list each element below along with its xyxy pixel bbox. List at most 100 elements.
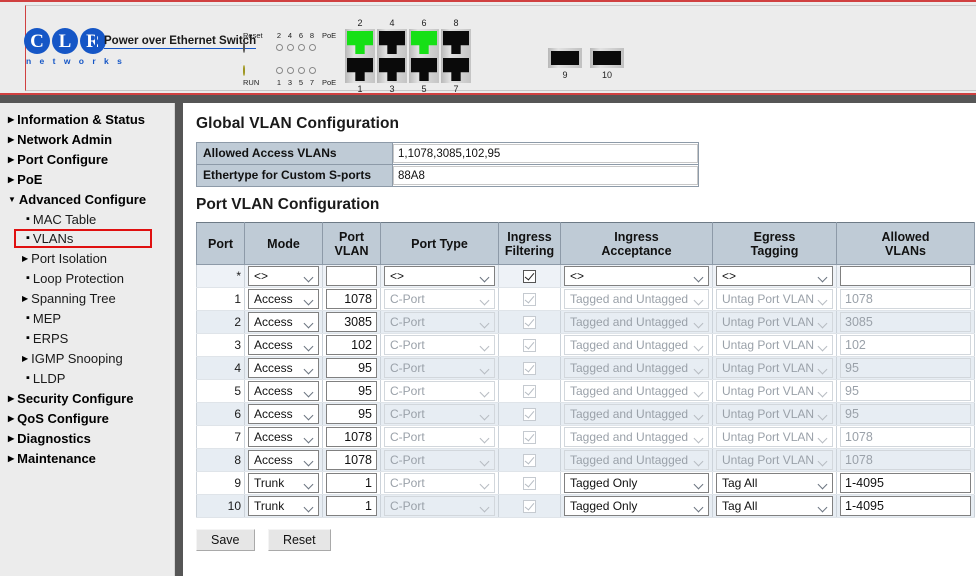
ingress-filtering-checkbox[interactable] <box>523 315 536 329</box>
port-type-select[interactable]: C-Port <box>384 381 495 401</box>
sidebar-item-diagnostics[interactable]: Diagnostics <box>0 428 174 448</box>
ingress-acceptance-select[interactable]: Tagged and Untagged <box>564 450 709 470</box>
ingress-filtering-checkbox[interactable] <box>523 407 536 421</box>
sidebar-item-security-configure[interactable]: Security Configure <box>0 388 174 408</box>
ingress-filtering-checkbox[interactable] <box>523 269 536 283</box>
port-type-select[interactable]: <> <box>384 266 495 286</box>
sidebar-item-mac-table[interactable]: MAC Table <box>0 209 174 229</box>
egress-tagging-select[interactable]: Untag Port VLAN <box>716 450 833 470</box>
sidebar-item-information-status[interactable]: Information & Status <box>0 109 174 129</box>
mode-select[interactable]: Access <box>248 427 319 447</box>
port-vlan-input[interactable] <box>326 289 377 309</box>
egress-tagging-select[interactable]: Untag Port VLAN <box>716 358 833 378</box>
ingress-acceptance-select[interactable]: Tagged and Untagged <box>564 289 709 309</box>
egress-tagging-select[interactable]: <> <box>716 266 833 286</box>
ingress-filtering-checkbox[interactable] <box>523 453 536 467</box>
ethertype-custom-sports-input[interactable] <box>393 166 698 186</box>
egress-tagging-select[interactable]: Untag Port VLAN <box>716 335 833 355</box>
ingress-acceptance-select[interactable]: Tagged and Untagged <box>564 381 709 401</box>
sidebar-item-poe[interactable]: PoE <box>0 169 174 189</box>
port-vlan-input[interactable] <box>326 450 377 470</box>
sidebar-item-maintenance[interactable]: Maintenance <box>0 448 174 468</box>
sidebar-item-loop-protection[interactable]: Loop Protection <box>0 268 174 288</box>
allowed-vlans-input[interactable] <box>840 358 971 378</box>
port-type-select[interactable]: C-Port <box>384 335 495 355</box>
mode-select[interactable]: Access <box>248 289 319 309</box>
port-vlan-input[interactable] <box>326 312 377 332</box>
port-type-select[interactable]: C-Port <box>384 473 495 493</box>
sidebar-item-port-configure[interactable]: Port Configure <box>0 149 174 169</box>
allowed-vlans-input[interactable] <box>840 496 971 516</box>
ingress-acceptance-select[interactable]: Tagged and Untagged <box>564 358 709 378</box>
ingress-filtering-checkbox[interactable] <box>523 430 536 444</box>
allowed-vlans-input[interactable] <box>840 404 971 424</box>
port-vlan-input[interactable] <box>326 496 377 516</box>
sidebar-item-lldp[interactable]: LLDP <box>0 368 174 388</box>
reset-button[interactable]: Reset <box>267 529 331 551</box>
sidebar-item-qos-configure[interactable]: QoS Configure <box>0 408 174 428</box>
port-type-select[interactable]: C-Port <box>384 289 495 309</box>
port-vlan-input[interactable] <box>326 427 377 447</box>
allowed-vlans-input[interactable] <box>840 473 971 493</box>
save-button[interactable]: Save <box>196 529 255 551</box>
port-vlan-input[interactable] <box>326 381 377 401</box>
egress-tagging-select[interactable]: Untag Port VLAN <box>716 312 833 332</box>
port-vlan-input[interactable] <box>326 473 377 493</box>
allowed-vlans-input[interactable] <box>840 427 971 447</box>
mode-select[interactable]: Access <box>248 335 319 355</box>
port-type-select[interactable]: C-Port <box>384 427 495 447</box>
allowed-vlans-input[interactable] <box>840 335 971 355</box>
port-type-select[interactable]: C-Port <box>384 358 495 378</box>
ingress-filtering-checkbox[interactable] <box>523 292 536 306</box>
ingress-filtering-checkbox[interactable] <box>523 338 536 352</box>
port-type-select[interactable]: C-Port <box>384 312 495 332</box>
sidebar-item-spanning-tree[interactable]: Spanning Tree <box>0 288 174 308</box>
mode-select[interactable]: <> <box>248 266 319 286</box>
allowed-vlans-input[interactable] <box>840 266 971 286</box>
mode-select[interactable]: Access <box>248 404 319 424</box>
ingress-acceptance-select[interactable]: Tagged and Untagged <box>564 312 709 332</box>
port-vlan-input[interactable] <box>326 358 377 378</box>
mode-select[interactable]: Access <box>248 450 319 470</box>
egress-tagging-select[interactable]: Tag All <box>716 473 833 493</box>
sidebar-item-mep[interactable]: MEP <box>0 308 174 328</box>
sidebar-item-network-admin[interactable]: Network Admin <box>0 129 174 149</box>
ingress-acceptance-select[interactable]: Tagged Only <box>564 473 709 493</box>
sidebar-item-advanced-configure[interactable]: Advanced Configure <box>0 189 174 209</box>
egress-tagging-select[interactable]: Untag Port VLAN <box>716 289 833 309</box>
port-type-select[interactable]: C-Port <box>384 404 495 424</box>
allowed-access-vlans-input[interactable] <box>393 144 698 164</box>
port-type-select[interactable]: C-Port <box>384 496 495 516</box>
ingress-filtering-checkbox[interactable] <box>523 476 536 490</box>
ingress-filtering-checkbox[interactable] <box>523 499 536 513</box>
allowed-vlans-input[interactable] <box>840 381 971 401</box>
mode-select[interactable]: Trunk <box>248 473 319 493</box>
allowed-vlans-input[interactable] <box>840 289 971 309</box>
ingress-acceptance-select[interactable]: Tagged and Untagged <box>564 404 709 424</box>
sidebar-item-igmp-snooping[interactable]: IGMP Snooping <box>0 348 174 368</box>
sidebar-navigation[interactable]: Information & Status Network Admin Port Co… <box>0 103 175 576</box>
mode-select[interactable]: Access <box>248 312 319 332</box>
mode-select[interactable]: Access <box>248 381 319 401</box>
port-vlan-input[interactable] <box>326 266 377 286</box>
egress-tagging-select[interactable]: Tag All <box>716 496 833 516</box>
egress-tagging-select[interactable]: Untag Port VLAN <box>716 427 833 447</box>
ingress-acceptance-select[interactable]: Tagged and Untagged <box>564 427 709 447</box>
port-vlan-input[interactable] <box>326 404 377 424</box>
sidebar-item-erps[interactable]: ERPS <box>0 328 174 348</box>
mode-select[interactable]: Access <box>248 358 319 378</box>
ingress-acceptance-select[interactable]: <> <box>564 266 709 286</box>
port-vlan-input[interactable] <box>326 335 377 355</box>
sidebar-item-vlans[interactable]: VLANs <box>14 229 152 248</box>
sidebar-item-port-isolation[interactable]: Port Isolation <box>0 248 174 268</box>
port-type-select[interactable]: C-Port <box>384 450 495 470</box>
allowed-vlans-input[interactable] <box>840 312 971 332</box>
ingress-filtering-checkbox[interactable] <box>523 384 536 398</box>
mode-select[interactable]: Trunk <box>248 496 319 516</box>
egress-tagging-select[interactable]: Untag Port VLAN <box>716 381 833 401</box>
ingress-acceptance-select[interactable]: Tagged Only <box>564 496 709 516</box>
ingress-filtering-checkbox[interactable] <box>523 361 536 375</box>
egress-tagging-select[interactable]: Untag Port VLAN <box>716 404 833 424</box>
ingress-acceptance-select[interactable]: Tagged and Untagged <box>564 335 709 355</box>
allowed-vlans-input[interactable] <box>840 450 971 470</box>
